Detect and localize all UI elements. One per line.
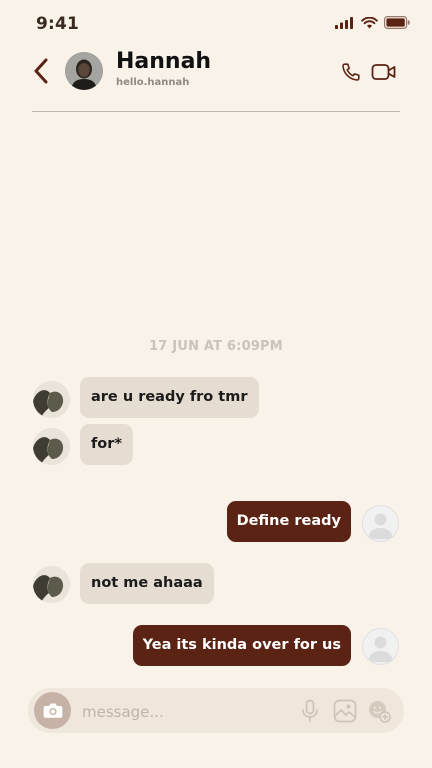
back-chevron-icon	[34, 58, 48, 84]
message-bubble-outgoing[interactable]: Yea its kinda over for us	[132, 625, 351, 666]
camera-icon	[43, 703, 62, 718]
microphone-icon	[302, 699, 318, 723]
sticker-icon	[369, 701, 391, 723]
sender-avatar	[33, 566, 70, 603]
battery-icon	[384, 16, 410, 29]
default-user-icon	[368, 636, 393, 662]
contact-handle: hello.hannah	[116, 77, 190, 88]
conversation-timestamp: 17 JUN AT 6:09PM	[149, 339, 283, 354]
sender-avatar	[33, 381, 70, 418]
my-avatar	[362, 628, 399, 665]
message-input[interactable]	[80, 698, 284, 726]
sticker-button[interactable]	[367, 699, 391, 723]
sender-avatar	[33, 428, 70, 465]
contact-name[interactable]: Hannah	[116, 49, 211, 74]
message-bubble-outgoing[interactable]: Define ready	[226, 501, 351, 542]
video-camera-icon	[371, 64, 396, 80]
phone-icon	[342, 63, 360, 81]
camera-button[interactable]	[34, 692, 71, 729]
header-divider	[32, 111, 400, 112]
status-time: 9:41	[36, 14, 80, 34]
gallery-button[interactable]	[333, 699, 357, 723]
voice-message-button[interactable]	[300, 699, 320, 723]
contact-avatar[interactable]	[65, 52, 103, 90]
voice-call-button[interactable]	[340, 61, 362, 83]
contact-photo	[65, 52, 103, 90]
message-bubble-incoming[interactable]: are u ready fro tmr	[80, 377, 259, 418]
video-call-button[interactable]	[371, 62, 397, 82]
signal-icon	[335, 16, 353, 29]
back-button[interactable]	[26, 55, 56, 87]
sender-photo	[33, 381, 70, 418]
wifi-icon	[361, 16, 378, 28]
status-icons	[335, 16, 410, 29]
sender-photo	[33, 428, 70, 465]
my-avatar	[362, 505, 399, 542]
sender-photo	[33, 566, 70, 603]
image-icon	[333, 699, 357, 723]
message-bubble-incoming[interactable]: not me ahaaa	[80, 563, 214, 604]
default-user-icon	[368, 513, 393, 539]
message-bubble-incoming[interactable]: for*	[80, 424, 134, 465]
